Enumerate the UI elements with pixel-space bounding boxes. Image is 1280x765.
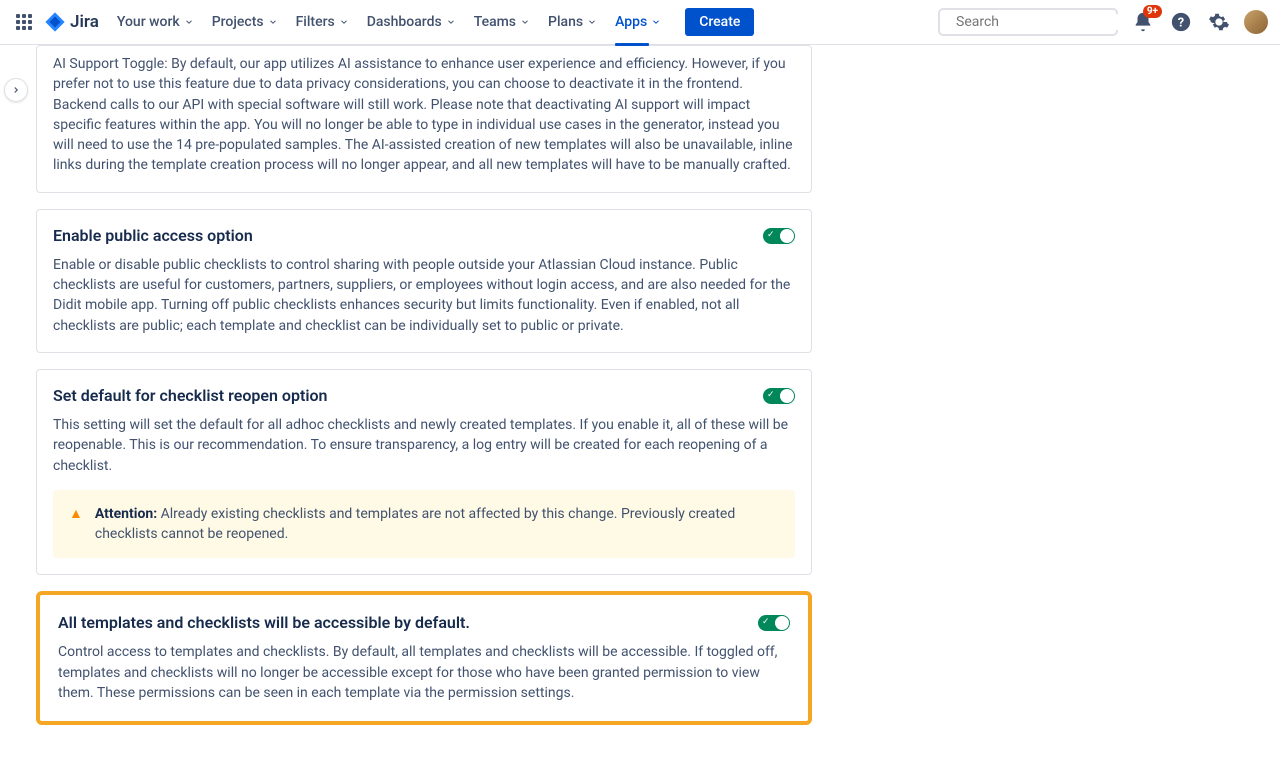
card-title: Enable public access option (53, 226, 253, 245)
search-input[interactable] (956, 14, 1134, 30)
notifications-icon[interactable]: 9+ (1130, 9, 1156, 35)
setting-card-default-access: All templates and checklists will be acc… (42, 597, 806, 719)
card-body: AI Support Toggle: By default, our app u… (53, 54, 795, 176)
toggle-reopen-default[interactable]: ✓ (763, 388, 795, 404)
card-body: This setting will set the default for al… (53, 415, 795, 476)
main-nav: Your work Projects Filters Dashboards Te… (117, 8, 938, 36)
svg-text:?: ? (1178, 16, 1184, 31)
card-title: Set default for checklist reopen option (53, 386, 327, 405)
nav-plans[interactable]: Plans (548, 10, 597, 34)
create-button[interactable]: Create (685, 8, 754, 36)
setting-card-public-access: Enable public access option ✓ Enable or … (36, 209, 812, 353)
nav-dashboards[interactable]: Dashboards (367, 10, 456, 34)
nav-apps[interactable]: Apps (615, 10, 661, 34)
nav-projects[interactable]: Projects (212, 10, 278, 34)
warning-icon: ▲ (69, 505, 83, 545)
nav-teams[interactable]: Teams (474, 10, 530, 34)
user-avatar[interactable] (1244, 10, 1268, 34)
card-body: Enable or disable public checklists to c… (53, 255, 795, 336)
app-switcher-icon[interactable] (12, 10, 36, 34)
card-title: All templates and checklists will be acc… (58, 613, 470, 632)
help-icon[interactable]: ? (1168, 9, 1194, 35)
search-box[interactable] (938, 8, 1118, 36)
toggle-public-access[interactable]: ✓ (763, 228, 795, 244)
jira-logo[interactable]: Jira (44, 11, 99, 33)
toggle-default-access[interactable]: ✓ (758, 615, 790, 631)
notification-badge: 9+ (1143, 5, 1162, 18)
setting-card-reopen-default: Set default for checklist reopen option … (36, 369, 812, 575)
sidebar-expand-handle[interactable] (4, 78, 28, 102)
nav-filters[interactable]: Filters (296, 10, 349, 34)
product-name: Jira (70, 12, 99, 32)
nav-your-work[interactable]: Your work (117, 10, 194, 34)
highlighted-setting: All templates and checklists will be acc… (36, 591, 812, 725)
setting-card-ai-support: AI Support Toggle: By default, our app u… (36, 45, 812, 193)
attention-alert: ▲ Attention: Already existing checklists… (53, 490, 795, 559)
settings-icon[interactable] (1206, 9, 1232, 35)
card-body: Control access to templates and checklis… (58, 642, 790, 703)
